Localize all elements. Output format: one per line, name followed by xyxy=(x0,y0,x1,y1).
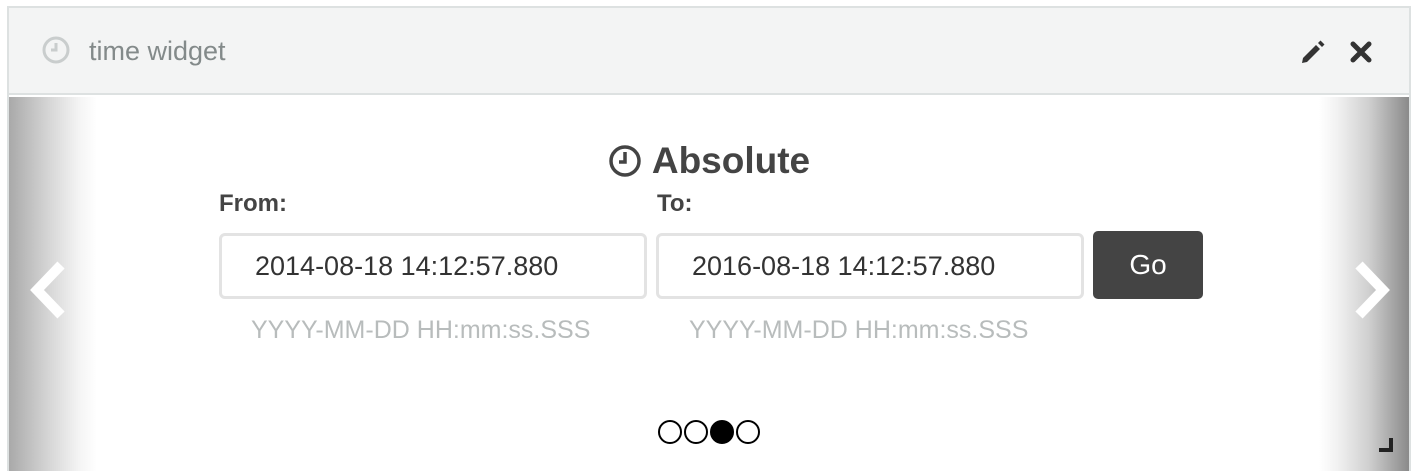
chevron-left-icon[interactable] xyxy=(25,257,71,323)
carousel-dot[interactable] xyxy=(684,420,708,444)
carousel-dot[interactable] xyxy=(658,420,682,444)
widget-title: time widget xyxy=(89,36,226,66)
close-icon[interactable] xyxy=(1349,40,1373,64)
time-widget-panel: time widget Absolute From: To: Go xyxy=(7,6,1411,471)
widget-header: time widget xyxy=(9,8,1409,95)
mode-title: Absolute xyxy=(9,139,1409,188)
carousel-indicators xyxy=(658,420,762,446)
resize-handle[interactable] xyxy=(1379,438,1393,452)
carousel-dot[interactable] xyxy=(710,420,734,444)
from-datetime-input[interactable] xyxy=(219,233,647,299)
from-label: From: xyxy=(219,190,287,217)
chevron-right-icon[interactable] xyxy=(1349,257,1395,323)
time-picker-carousel: Absolute From: To: Go YYYY-MM-DD HH:mm:s… xyxy=(9,97,1409,471)
to-format-hint: YYYY-MM-DD HH:mm:ss.SSS xyxy=(689,316,1029,344)
carousel-dot[interactable] xyxy=(736,420,760,444)
clock-icon xyxy=(42,36,70,64)
mode-title-text: Absolute xyxy=(651,140,811,181)
to-datetime-input[interactable] xyxy=(656,233,1084,299)
clock-icon xyxy=(609,145,641,177)
go-button[interactable]: Go xyxy=(1093,231,1203,299)
from-format-hint: YYYY-MM-DD HH:mm:ss.SSS xyxy=(251,316,591,344)
pencil-icon[interactable] xyxy=(1299,38,1327,66)
to-label: To: xyxy=(657,190,693,217)
